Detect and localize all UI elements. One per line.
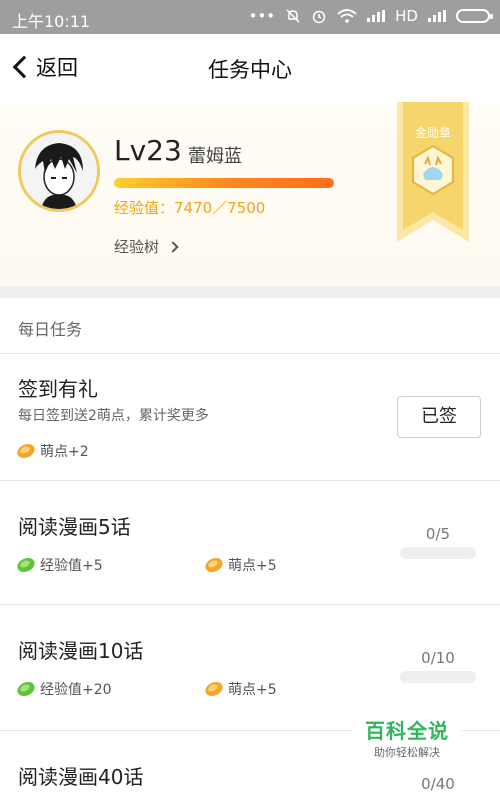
watermark-title: 百科全说 — [365, 719, 449, 743]
more-dots-icon: ••• — [248, 7, 276, 25]
task-title: 阅读漫画5话 — [18, 515, 131, 539]
reward-points-label: 萌点+2 — [40, 444, 89, 460]
xp-progress-bar — [114, 178, 334, 188]
reward-points-label: 萌点+5 — [228, 558, 277, 574]
progress-bar — [400, 671, 476, 683]
reward-xp: 经验值+5 — [16, 555, 103, 575]
battery-icon — [456, 9, 493, 23]
daily-tasks-header: 每日任务 — [0, 298, 500, 354]
task-desc: 每日签到送2萌点，累计奖更多 — [18, 408, 209, 424]
section-title: 每日任务 — [18, 320, 83, 339]
reward-xp: 经验值+20 — [16, 679, 112, 699]
avatar[interactable] — [18, 130, 100, 212]
wifi-icon — [337, 9, 357, 23]
mengdian-coin-icon — [17, 443, 35, 459]
watermark: 百科全说 助你轻松解决 — [352, 713, 462, 765]
watermark-subtitle: 助你轻松解决 — [374, 746, 440, 759]
progress-bar — [400, 547, 476, 559]
task-title: 签到有礼 — [18, 377, 98, 401]
nickname: 蕾姆蓝 — [188, 146, 242, 167]
xp-text: 经验值：7470／7500 — [114, 199, 266, 217]
alarm-icon — [312, 10, 326, 24]
level-label: Lv23 — [114, 134, 182, 167]
signal-icon-2 — [428, 10, 446, 22]
signed-button[interactable]: 已签 — [397, 396, 481, 438]
reward-points: 萌点+2 — [16, 441, 89, 461]
signal-icon — [367, 10, 386, 22]
status-icons: ••• HD — [248, 7, 493, 25]
medal-label: 金勋章 — [414, 126, 451, 140]
mengdian-coin-icon — [205, 557, 223, 573]
page-title: 任务中心 — [208, 58, 292, 82]
task-checkin: 签到有礼 每日签到送2萌点，累计奖更多 萌点+2 已签 — [0, 355, 500, 481]
nav-bar: 返回 任务中心 — [0, 34, 500, 102]
task-title: 阅读漫画10话 — [18, 639, 144, 663]
network-type: HD — [395, 7, 418, 25]
status-time: 上午10:11 — [12, 12, 91, 31]
section-divider — [0, 286, 500, 298]
xp-leaf-icon — [17, 681, 35, 697]
progress-text: 0/40 — [421, 775, 455, 793]
status-bar: 上午10:11 ••• HD — [0, 0, 500, 34]
chevron-right-icon — [167, 240, 179, 253]
reward-points: 萌点+5 — [204, 555, 277, 575]
mute-icon — [286, 9, 300, 23]
gold-medal-badge[interactable]: 金勋章 — [397, 102, 469, 242]
task-title: 阅读漫画40话 — [18, 765, 144, 789]
exp-tree-label: 经验树 — [114, 238, 160, 256]
progress-text: 0/10 — [421, 649, 455, 667]
reward-points-label: 萌点+5 — [228, 682, 277, 698]
mengdian-coin-icon — [205, 681, 223, 697]
exp-tree-link[interactable]: 经验树 — [114, 236, 179, 257]
medal-ribbon-icon — [397, 102, 469, 242]
reward-xp-label: 经验值+20 — [40, 682, 112, 698]
reward-points: 萌点+5 — [204, 679, 277, 699]
avatar-portrait-icon — [21, 133, 97, 209]
task-read-5: 阅读漫画5话 经验值+5 萌点+5 0/5 — [0, 481, 500, 605]
reward-xp-label: 经验值+5 — [40, 558, 103, 574]
progress-text: 0/5 — [425, 525, 451, 543]
xp-leaf-icon — [17, 557, 35, 573]
